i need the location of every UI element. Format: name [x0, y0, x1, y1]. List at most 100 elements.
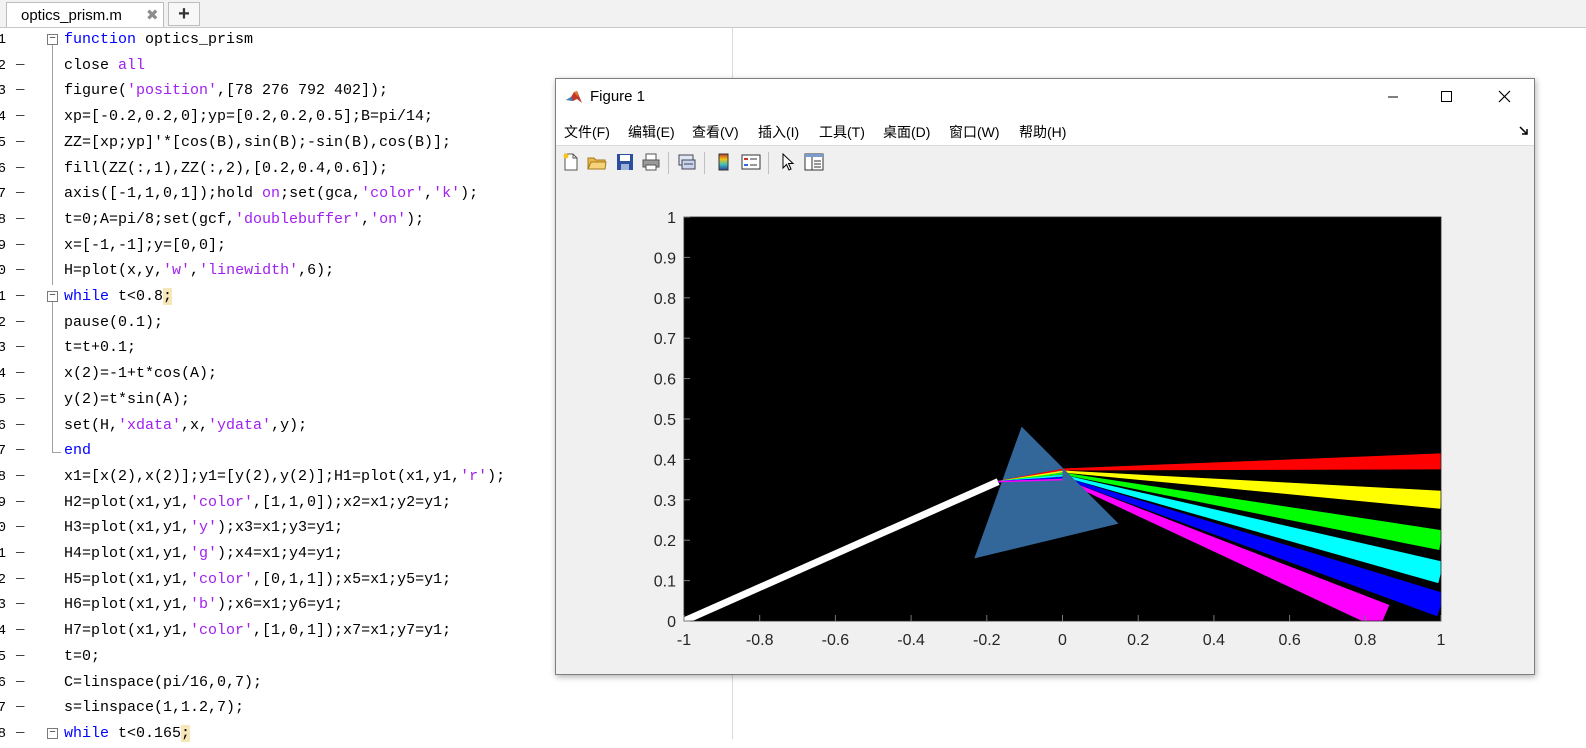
code-string: 'position' — [127, 82, 218, 100]
y-tick-label: 0.3 — [654, 493, 676, 510]
breakpoint-marker[interactable]: — — [16, 699, 24, 715]
code-token: close — [64, 56, 119, 74]
menu-help[interactable]: 帮助(H) — [1019, 122, 1066, 142]
link-icon[interactable] — [677, 152, 697, 172]
code-text[interactable]: t=0; — [64, 648, 100, 665]
code-text[interactable]: set(H,'xdata',x,'ydata',y); — [64, 417, 307, 434]
breakpoint-marker[interactable]: — — [16, 596, 24, 612]
breakpoint-marker[interactable]: — — [16, 365, 24, 381]
breakpoint-marker[interactable]: — — [16, 262, 24, 278]
colorbar-icon[interactable] — [714, 152, 734, 172]
code-text[interactable]: H2=plot(x1,y1,'color',[1,1,0]);x2=x1;y2=… — [64, 494, 451, 511]
menu-insert[interactable]: 插入(I) — [758, 122, 799, 142]
dock-arrow-icon[interactable] — [1518, 125, 1530, 137]
legend-icon[interactable] — [741, 152, 761, 172]
code-line[interactable]: 1 − function optics_prism — [0, 28, 732, 54]
breakpoint-marker[interactable]: — — [16, 468, 24, 484]
breakpoint-marker[interactable]: — — [16, 237, 24, 253]
breakpoint-marker[interactable]: — — [16, 314, 24, 330]
breakpoint-marker[interactable]: — — [16, 725, 24, 741]
line-number: 4 — [0, 109, 6, 126]
code-text[interactable]: end — [64, 442, 91, 459]
figure-titlebar[interactable]: Figure 1 — [556, 79, 1534, 115]
menu-view[interactable]: 查看(V) — [692, 122, 739, 142]
code-text[interactable]: H6=plot(x1,y1,'b');x6=x1;y6=y1; — [64, 596, 343, 613]
breakpoint-marker[interactable]: — — [16, 82, 24, 98]
breakpoint-marker[interactable]: — — [16, 160, 24, 176]
code-text[interactable]: H7=plot(x1,y1,'color',[1,0,1]);x7=x1;y7=… — [64, 622, 451, 639]
x-tick-label: 0.8 — [1354, 632, 1376, 649]
code-text[interactable]: y(2)=t*sin(A); — [64, 391, 190, 408]
print-icon[interactable] — [641, 152, 661, 172]
breakpoint-marker[interactable]: — — [16, 545, 24, 561]
code-line[interactable]: 2 — close all — [0, 54, 732, 80]
menu-file[interactable]: 文件(F) — [564, 122, 610, 142]
breakpoint-marker[interactable]: — — [16, 417, 24, 433]
breakpoint-marker[interactable]: — — [16, 519, 24, 535]
code-text[interactable]: s=linspace(1,1.2,7); — [64, 699, 244, 716]
code-string: 'xdata' — [118, 416, 182, 434]
code-text[interactable]: H3=plot(x1,y1,'y');x3=x1;y3=y1; — [64, 519, 343, 536]
save-icon[interactable] — [615, 152, 635, 172]
code-text[interactable]: H=plot(x,y,'w','linewidth',6); — [64, 262, 334, 279]
close-icon[interactable]: ✖ — [146, 6, 159, 24]
prism-chart[interactable]: -1 -0.8 -0.6 -0.4 -0.2 0 0.2 0.4 0.6 0.8 1 0 0.1 0.2 0… — [556, 177, 1534, 674]
code-text[interactable]: axis([-1,1,0,1]);hold on;set(gca,'color'… — [64, 185, 478, 202]
breakpoint-marker[interactable]: — — [16, 622, 24, 638]
code-text[interactable]: while t<0.8; — [64, 288, 173, 305]
menu-edit[interactable]: 编辑(E) — [628, 122, 675, 142]
close-window-button[interactable] — [1481, 79, 1527, 115]
breakpoint-marker[interactable]: — — [16, 57, 24, 73]
breakpoint-marker[interactable]: — — [16, 134, 24, 150]
code-text[interactable]: xp=[-0.2,0.2,0];yp=[0.2,0.2,0.5];B=pi/14… — [64, 108, 433, 125]
code-token: ; — [163, 288, 173, 305]
breakpoint-marker[interactable]: — — [16, 494, 24, 510]
code-line[interactable]: 28 — −while t<0.165; — [0, 722, 732, 748]
fold-guide-line — [52, 302, 53, 453]
code-text[interactable]: t=t+0.1; — [64, 339, 136, 356]
code-text[interactable]: x=[-1,-1];y=[0,0]; — [64, 237, 226, 254]
code-text[interactable]: H4=plot(x1,y1,'g');x4=x1;y4=y1; — [64, 545, 343, 562]
minimize-button[interactable] — [1370, 79, 1416, 115]
code-text[interactable]: ZZ=[xp;yp]'*[cos(B),sin(B);-sin(B),cos(B… — [64, 134, 451, 151]
breakpoint-marker[interactable]: — — [16, 339, 24, 355]
code-text[interactable]: x1=[x(2),x(2)];y1=[y(2),y(2)];H1=plot(x1… — [64, 468, 505, 485]
code-text[interactable]: function optics_prism — [64, 31, 253, 48]
open-file-icon[interactable] — [587, 152, 607, 172]
code-text[interactable]: x(2)=-1+t*cos(A); — [64, 365, 217, 382]
menu-window[interactable]: 窗口(W) — [949, 122, 1000, 142]
code-text[interactable]: figure('position',[78 276 792 402]); — [64, 82, 388, 99]
maximize-button[interactable] — [1424, 79, 1470, 115]
fold-toggle-icon[interactable]: − — [47, 291, 58, 302]
code-token: t=0; — [64, 647, 101, 665]
breakpoint-marker[interactable]: — — [16, 185, 24, 201]
breakpoint-marker[interactable]: — — [16, 108, 24, 124]
breakpoint-marker[interactable]: — — [16, 648, 24, 664]
x-tick-label: 1 — [1437, 632, 1446, 649]
add-tab-button[interactable]: + — [168, 2, 200, 26]
breakpoint-marker[interactable]: — — [16, 442, 24, 458]
fold-toggle-icon[interactable]: − — [47, 34, 58, 45]
breakpoint-marker[interactable]: — — [16, 391, 24, 407]
code-token: axis([-1,1,0,1]);hold — [64, 185, 263, 203]
breakpoint-marker[interactable]: — — [16, 288, 24, 304]
new-figure-icon[interactable] — [561, 152, 581, 172]
fold-toggle-icon[interactable]: − — [47, 727, 58, 739]
code-text[interactable]: C=linspace(pi/16,0,7); — [64, 674, 262, 691]
menu-tools[interactable]: 工具(T) — [819, 122, 865, 142]
code-text[interactable]: close all — [64, 57, 145, 74]
property-inspector-icon[interactable] — [804, 152, 824, 172]
code-text[interactable]: H5=plot(x1,y1,'color',[0,1,1]);x5=x1;y5=… — [64, 571, 451, 588]
code-line[interactable]: 27 — s=linspace(1,1.2,7); — [0, 696, 732, 722]
code-text[interactable]: t=0;A=pi/8;set(gcf,'doublebuffer','on'); — [64, 211, 424, 228]
editor-tab[interactable]: optics_prism.m ✖ — [6, 2, 164, 27]
breakpoint-marker[interactable]: — — [16, 211, 24, 227]
code-text[interactable]: fill(ZZ(:,1),ZZ(:,2),[0.2,0.4,0.6]); — [64, 160, 388, 177]
breakpoint-marker[interactable]: — — [16, 571, 24, 587]
breakpoint-marker[interactable]: — — [16, 674, 24, 690]
pointer-icon[interactable] — [778, 152, 798, 172]
menu-desktop[interactable]: 桌面(D) — [883, 122, 930, 142]
code-string: 'color' — [190, 493, 254, 511]
code-text[interactable]: pause(0.1); — [64, 314, 163, 331]
code-text[interactable]: while t<0.165; — [64, 724, 191, 742]
